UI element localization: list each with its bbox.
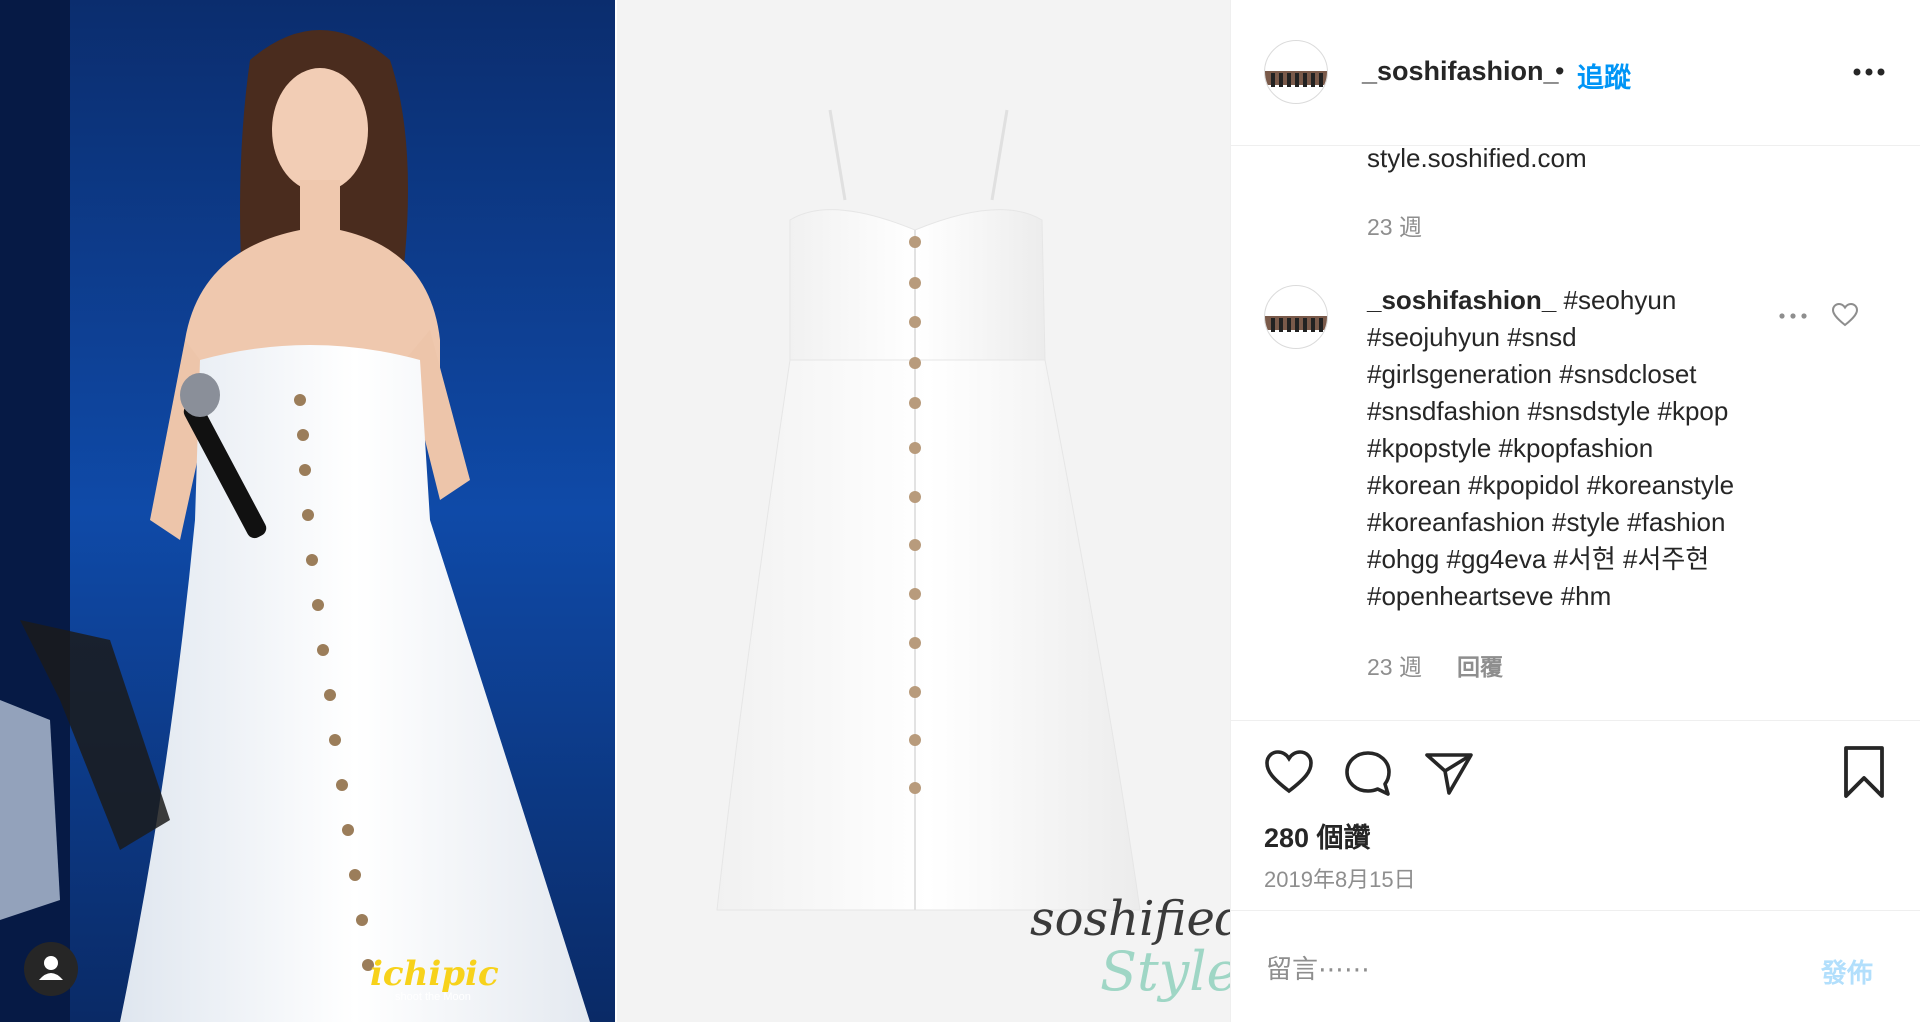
paper-plane-icon [1425, 753, 1473, 795]
hashtag-line[interactable]: #snsdfashion #snsdstyle #kpop [1367, 396, 1728, 426]
more-horizontal-icon [1779, 313, 1807, 319]
comment-body: _soshifashion_ #seohyun #seojuhyun #snsd… [1367, 282, 1807, 615]
user-icon [39, 956, 63, 980]
hashtag-line[interactable]: #kpopstyle #kpopfashion [1367, 433, 1653, 463]
hashtag-line[interactable]: #korean #kpopidol #koreanstyle [1367, 470, 1734, 500]
comment-text: style.soshified.com [1367, 146, 1587, 173]
save-button[interactable] [1841, 745, 1887, 799]
avatar-image [1265, 316, 1327, 332]
more-horizontal-icon [1853, 68, 1885, 76]
heart-icon [1831, 302, 1859, 327]
share-button[interactable] [1423, 749, 1475, 797]
hashtag-line[interactable]: #girlsgeneration #snsdcloset [1367, 359, 1697, 389]
comment-time[interactable]: 23 週 [1367, 648, 1422, 682]
post-sidebar: _soshifashion_ • 追蹤 style.soshified.com … [1230, 0, 1920, 1022]
hashtag-line[interactable]: #seojuhyun #snsd [1367, 322, 1577, 352]
follow-button[interactable]: 追蹤 [1577, 56, 1631, 95]
likes-count[interactable]: 280 個讚 [1264, 816, 1371, 855]
post-comment-button[interactable]: 發佈 [1821, 953, 1873, 990]
post-header: _soshifashion_ • 追蹤 [1231, 0, 1920, 146]
tagged-users-button[interactable] [24, 942, 78, 996]
comment-composer: 發佈 [1231, 910, 1920, 1023]
heart-icon [1265, 750, 1313, 794]
header-username[interactable]: _soshifashion_ [1362, 56, 1559, 87]
comment-input[interactable] [1264, 946, 1788, 992]
more-options-button[interactable] [1849, 52, 1889, 82]
avatar[interactable] [1264, 40, 1328, 104]
photo-collage: ichipic shoot the Moon soshified Style [0, 0, 1230, 1022]
reply-button[interactable]: 回覆 [1457, 648, 1503, 682]
product-photo [615, 0, 1230, 1022]
like-button[interactable] [1264, 749, 1314, 795]
header-separator: • [1555, 56, 1565, 86]
comment-username[interactable]: _soshifashion_ [1367, 285, 1556, 315]
hashtag-line[interactable]: #ohgg #gg4eva #서현 #서주현 [1367, 544, 1709, 574]
instagram-post: ichipic shoot the Moon soshified Style _… [0, 0, 1920, 1022]
comment-like-button[interactable] [1831, 302, 1859, 328]
watermark-ichipic-text: ichipic [370, 954, 499, 994]
stage-photo [0, 0, 615, 1022]
comment-button[interactable] [1343, 749, 1393, 799]
comment-time[interactable]: 23 週 [1367, 208, 1422, 242]
comment-icon [1345, 751, 1391, 796]
watermark-style-text: Style [1100, 940, 1230, 1003]
comment-avatar[interactable] [1264, 285, 1328, 349]
post-image[interactable]: ichipic shoot the Moon soshified Style [0, 0, 1230, 1022]
watermark-ichipic-sub: shoot the Moon [395, 991, 471, 1003]
watermark-soshified-text: soshified [1030, 891, 1230, 947]
comment-more-button[interactable] [1775, 306, 1811, 326]
post-date: 2019年8月15日 [1264, 867, 1416, 892]
comments-list[interactable]: style.soshified.com 23 週 _soshifashion_ [1231, 146, 1920, 720]
hashtag-line[interactable]: #koreanfashion #style #fashion [1367, 507, 1725, 537]
hashtag-line[interactable]: #openheartseve #hm [1367, 581, 1611, 611]
bookmark-icon [1844, 746, 1884, 798]
avatar-image [1265, 71, 1327, 87]
hashtag-line[interactable]: #seohyun [1564, 285, 1677, 315]
